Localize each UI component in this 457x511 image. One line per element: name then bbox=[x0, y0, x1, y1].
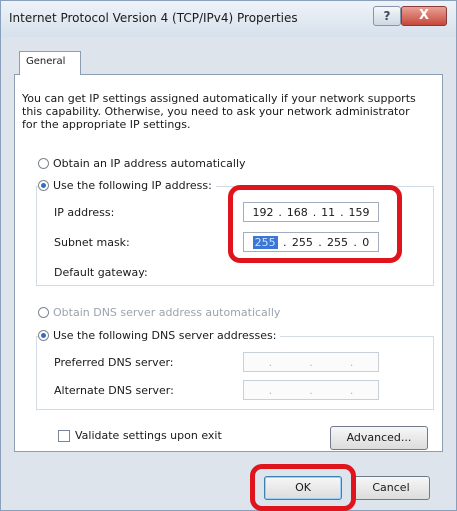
radio-selected-icon bbox=[38, 180, 49, 191]
intro-text: You can get IP settings assigned automat… bbox=[22, 92, 416, 131]
close-button[interactable]: X bbox=[401, 6, 447, 26]
validate-checkbox[interactable] bbox=[58, 430, 70, 442]
use-following-dns-radio[interactable]: Use the following DNS server addresses: bbox=[38, 329, 281, 342]
preferred-dns-label: Preferred DNS server: bbox=[54, 356, 174, 369]
ip-address-input[interactable]: 192. 168. 11. 159 bbox=[243, 202, 379, 222]
preferred-dns-input[interactable]: ... bbox=[243, 352, 379, 372]
obtain-ip-auto-label: Obtain an IP address automatically bbox=[53, 157, 246, 170]
window-title: Internet Protocol Version 4 (TCP/IPv4) P… bbox=[9, 11, 298, 25]
advanced-button[interactable]: Advanced... bbox=[330, 426, 428, 450]
obtain-dns-auto-radio[interactable]: Obtain DNS server address automatically bbox=[38, 306, 280, 319]
default-gateway-label: Default gateway: bbox=[54, 266, 148, 279]
cancel-button[interactable]: Cancel bbox=[352, 476, 430, 500]
use-following-dns-label: Use the following DNS server addresses: bbox=[53, 329, 277, 342]
alternate-dns-label: Alternate DNS server: bbox=[54, 384, 174, 397]
subnet-mask-label: Subnet mask: bbox=[54, 236, 130, 249]
ip-address-label: IP address: bbox=[54, 206, 115, 219]
validate-label: Validate settings upon exit bbox=[75, 429, 222, 442]
selected-octet: 255 bbox=[252, 235, 278, 249]
radio-selected-icon bbox=[38, 330, 49, 341]
radio-off-icon bbox=[38, 158, 49, 169]
title-bar[interactable]: Internet Protocol Version 4 (TCP/IPv4) P… bbox=[1, 1, 456, 37]
use-following-ip-radio[interactable]: Use the following IP address: bbox=[38, 179, 216, 192]
radio-off-icon bbox=[38, 307, 49, 318]
obtain-ip-auto-radio[interactable]: Obtain an IP address automatically bbox=[38, 157, 246, 170]
ok-button[interactable]: OK bbox=[264, 476, 342, 500]
help-button[interactable]: ? bbox=[373, 6, 401, 26]
alternate-dns-input[interactable]: ... bbox=[243, 380, 379, 400]
obtain-dns-auto-label: Obtain DNS server address automatically bbox=[53, 306, 281, 319]
use-following-ip-label: Use the following IP address: bbox=[53, 179, 212, 192]
subnet-mask-input[interactable]: 255. 255. 255. 0 bbox=[243, 232, 379, 252]
tab-general[interactable]: General bbox=[19, 51, 81, 75]
